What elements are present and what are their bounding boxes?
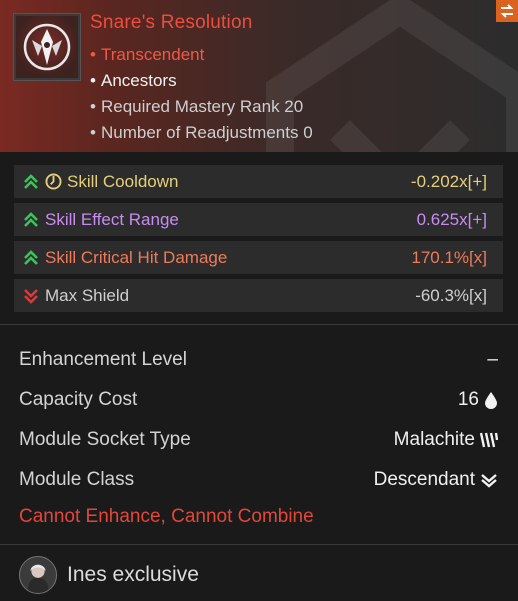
module-title: Snare's Resolution [90, 12, 253, 33]
stat-row-skill-cooldown: Skill Cooldown -0.202x[+] [14, 165, 503, 198]
stat-row-skill-critical-hit-damage: Skill Critical Hit Damage 170.1%[x] [14, 241, 503, 274]
cooldown-icon [45, 173, 62, 190]
exclusive-footer: Ines exclusive [19, 556, 199, 594]
stat-value: -0.202x[+] [410, 171, 487, 191]
detail-label: Enhancement Level [19, 349, 187, 370]
detail-label: Capacity Cost [19, 389, 138, 410]
detail-value: 16 [458, 389, 498, 411]
stat-name: Skill Effect Range [45, 209, 179, 229]
stat-row-skill-effect-range: Skill Effect Range 0.625x[+] [14, 203, 503, 236]
module-emblem-icon [23, 23, 71, 71]
module-mastery-requirement: • Required Mastery Rank 20 [90, 97, 304, 116]
stat-value: 170.1%[x] [411, 247, 487, 267]
stat-increase-arrow-icon [20, 171, 42, 193]
swap-arrows-icon [500, 4, 514, 18]
divider [0, 324, 518, 325]
detail-label: Module Socket Type [19, 429, 191, 450]
malachite-socket-icon [480, 432, 498, 448]
module-tier: • Transcendent [90, 45, 205, 64]
detail-row-module-socket-type: Module Socket Type Malachite [19, 420, 498, 460]
swap-button[interactable] [496, 0, 518, 22]
stat-row-max-shield: Max Shield -60.3%[x] [14, 279, 503, 312]
ines-portrait-icon [20, 557, 56, 593]
detail-row-capacity-cost: Capacity Cost 16 [19, 380, 498, 420]
stat-value: 0.625x[+] [416, 209, 487, 229]
detail-value: Descendant [374, 469, 498, 491]
character-avatar [19, 556, 57, 594]
divider [0, 544, 518, 545]
detail-label: Module Class [19, 469, 135, 490]
restriction-notice: Cannot Enhance, Cannot Combine [19, 506, 314, 527]
stat-list: Skill Cooldown -0.202x[+] Skill Effect R… [14, 165, 503, 317]
module-details: Enhancement Level – Capacity Cost 16 Mod… [19, 340, 498, 500]
stat-name: Skill Cooldown [67, 171, 179, 191]
descendant-class-icon [481, 474, 497, 488]
stat-value: -60.3%[x] [415, 285, 487, 305]
detail-value: Malachite [394, 429, 498, 451]
module-meta-list: • Transcendent • Ancestors • Required Maste… [90, 42, 313, 146]
stat-name: Skill Critical Hit Damage [45, 247, 228, 267]
module-socket-name: • Ancestors [90, 71, 177, 90]
detail-value: – [487, 349, 498, 370]
stat-increase-arrow-icon [20, 247, 42, 269]
stat-decrease-arrow-icon [20, 285, 42, 307]
module-readjustments: • Number of Readjustments 0 [90, 123, 313, 142]
module-header: Snare's Resolution • Transcendent • Ancest… [0, 0, 518, 152]
module-icon-frame [13, 13, 81, 81]
capacity-drop-icon [485, 392, 497, 409]
exclusive-label: Ines exclusive [67, 563, 199, 586]
detail-row-module-class: Module Class Descendant [19, 460, 498, 500]
detail-row-enhancement-level: Enhancement Level – [19, 340, 498, 380]
stat-name: Max Shield [45, 285, 130, 305]
stat-increase-arrow-icon [20, 209, 42, 231]
